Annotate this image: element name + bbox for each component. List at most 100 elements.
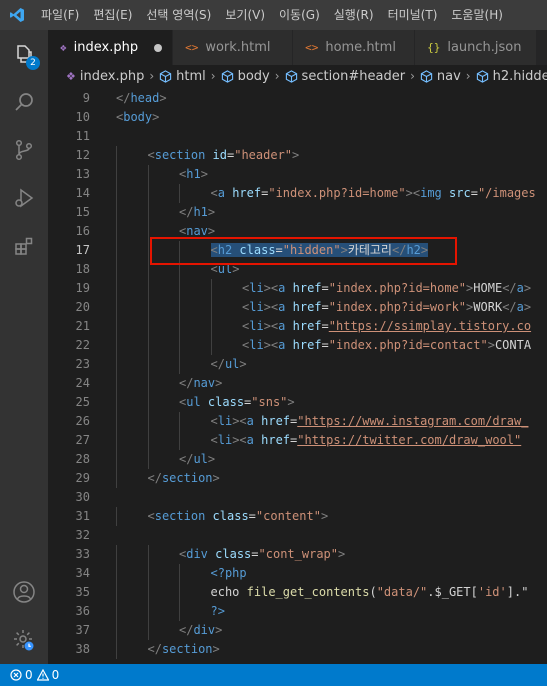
code-line[interactable]: 36 ?>	[48, 602, 547, 621]
breadcrumb-item-file[interactable]: ❖ index.php	[66, 69, 144, 84]
code-line[interactable]: 15 </h1>	[48, 203, 547, 222]
chevron-right-icon: ›	[149, 69, 155, 83]
tab-work-html[interactable]: <> work.html	[173, 30, 294, 65]
line-number: 31	[75, 509, 90, 523]
line-number: 34	[75, 566, 90, 580]
line-number: 20	[75, 300, 90, 314]
line-number: 36	[75, 604, 90, 618]
code-line[interactable]: 24 </nav>	[48, 374, 547, 393]
code-text: <h1>	[179, 167, 208, 181]
code-text: <body>	[116, 110, 160, 124]
manage-gear-icon[interactable]	[0, 616, 48, 664]
indent-guide	[179, 355, 180, 374]
indent-guide	[116, 241, 117, 260]
search-icon[interactable]	[0, 78, 48, 126]
vscode-logo-icon	[0, 0, 34, 30]
run-debug-icon[interactable]	[0, 174, 48, 222]
chevron-right-icon: ›	[410, 69, 415, 83]
breadcrumb-label: h2.hidden	[492, 68, 547, 84]
code-line[interactable]: 21 <li><a href="https://ssimplay.tistory.…	[48, 317, 547, 336]
code-line[interactable]: 38 </section>	[48, 640, 547, 659]
code-text: </ul>	[179, 452, 216, 466]
code-line[interactable]: 32	[48, 526, 547, 545]
element-cube-icon	[221, 69, 233, 83]
code-line[interactable]: 10 <body>	[48, 108, 547, 127]
code-line[interactable]: 26 <li><a href="https://www.instagram.com…	[48, 412, 547, 431]
code-text: </section>	[147, 642, 220, 656]
code-text: </h1>	[179, 205, 216, 219]
code-line[interactable]: 30	[48, 488, 547, 507]
extensions-icon[interactable]	[0, 222, 48, 270]
tab-home-html[interactable]: <> home.html	[293, 30, 416, 65]
menu-item[interactable]: 보기(V)	[218, 0, 272, 30]
error-icon	[10, 669, 22, 681]
html-file-icon: <>	[185, 41, 199, 54]
line-number: 19	[75, 281, 90, 295]
menu-item[interactable]: 도움말(H)	[444, 0, 510, 30]
breadcrumb-item-html[interactable]: html	[159, 69, 206, 84]
code-line[interactable]: 23 </ul>	[48, 355, 547, 374]
line-number: 28	[75, 452, 90, 466]
menu-item[interactable]: 선택 영역(S)	[139, 0, 218, 30]
code-line[interactable]: 13 <h1>	[48, 165, 547, 184]
code-line[interactable]: 27 <li><a href="https://twitter.com/draw_…	[48, 431, 547, 450]
tab-index-php[interactable]: ❖ index.php	[48, 30, 174, 65]
indent-guide	[116, 165, 117, 184]
code-line[interactable]: 31 <section class="content">	[48, 507, 547, 526]
code-line[interactable]: 20 <li><a href="index.php?id=work">WORK</…	[48, 298, 547, 317]
explorer-icon[interactable]: 2	[0, 30, 48, 78]
indent-guide	[179, 602, 180, 621]
code-line[interactable]: 14 <a href="index.php?id=home"><img src="…	[48, 184, 547, 203]
unsaved-dot-icon[interactable]	[154, 43, 163, 52]
indent-guide	[147, 621, 149, 640]
line-number: 10	[75, 110, 90, 124]
tab-launch-json[interactable]: {} launch.json	[415, 30, 538, 65]
code-line[interactable]: 25 <ul class="sns">	[48, 393, 547, 412]
code-line[interactable]: 12 <section id="header">	[48, 146, 547, 165]
menu-item[interactable]: 편집(E)	[86, 0, 139, 30]
breadcrumb-label: body	[237, 68, 270, 84]
menu-item[interactable]: 파일(F)	[34, 0, 86, 30]
indent-guide	[147, 260, 149, 279]
code-text: <li><a href="https://ssimplay.tistory.co	[242, 319, 532, 333]
activity-bar: 2	[0, 30, 48, 664]
indent-guide	[179, 184, 180, 203]
indent-guide	[147, 298, 149, 317]
source-control-icon[interactable]	[0, 126, 48, 174]
indent-guide	[116, 450, 117, 469]
code-line[interactable]: 22 <li><a href="index.php?id=contact">CON…	[48, 336, 547, 355]
code-line[interactable]: 33 <div class="cont_wrap">	[48, 545, 547, 564]
breadcrumb-item-nav[interactable]: nav	[420, 69, 461, 84]
code-line[interactable]: 19 <li><a href="index.php?id=home">HOME</…	[48, 279, 547, 298]
breadcrumb-label: html	[176, 68, 206, 84]
code-line[interactable]: 28 </ul>	[48, 450, 547, 469]
problems-indicator[interactable]: 0 0	[0, 668, 63, 682]
code-line[interactable]: 35 echo file_get_contents("data/".$_GET['…	[48, 583, 547, 602]
chevron-right-icon: ›	[465, 69, 471, 83]
account-icon[interactable]	[0, 568, 48, 616]
line-number: 18	[75, 262, 90, 276]
code-line[interactable]: 9 </head>	[48, 89, 547, 108]
warning-icon	[36, 669, 49, 681]
code-text: </head>	[116, 91, 167, 105]
code-line[interactable]: 11	[48, 127, 547, 146]
element-cube-icon	[476, 69, 488, 83]
line-number: 35	[75, 585, 90, 599]
code-editor[interactable]: 9 </head> 10 <body> 11 12 <section id="header"…	[48, 87, 547, 664]
breadcrumb-item-h2[interactable]: h2.hidden	[476, 69, 547, 84]
breadcrumb-item-body[interactable]: body	[221, 69, 270, 84]
menu-item[interactable]: 터미널(T)	[381, 0, 445, 30]
indent-guide	[116, 298, 117, 317]
title-bar: 파일(F) 편집(E) 선택 영역(S) 보기(V) 이동(G) 실행(R) 터미널(T) 도…	[0, 0, 547, 30]
code-line[interactable]: 37 </div>	[48, 621, 547, 640]
breadcrumb-item-section[interactable]: section#header	[285, 69, 405, 84]
line-number: 29	[75, 471, 90, 485]
breadcrumb: ❖ index.php › html › body › section#head…	[48, 65, 547, 87]
indent-guide	[210, 336, 212, 355]
code-line[interactable]: 34 <?php	[48, 564, 547, 583]
indent-guide	[179, 583, 180, 602]
menu-item[interactable]: 이동(G)	[272, 0, 327, 30]
code-line[interactable]: 29 </section>	[48, 469, 547, 488]
menu-item[interactable]: 실행(R)	[327, 0, 381, 30]
indent-guide	[147, 602, 149, 621]
